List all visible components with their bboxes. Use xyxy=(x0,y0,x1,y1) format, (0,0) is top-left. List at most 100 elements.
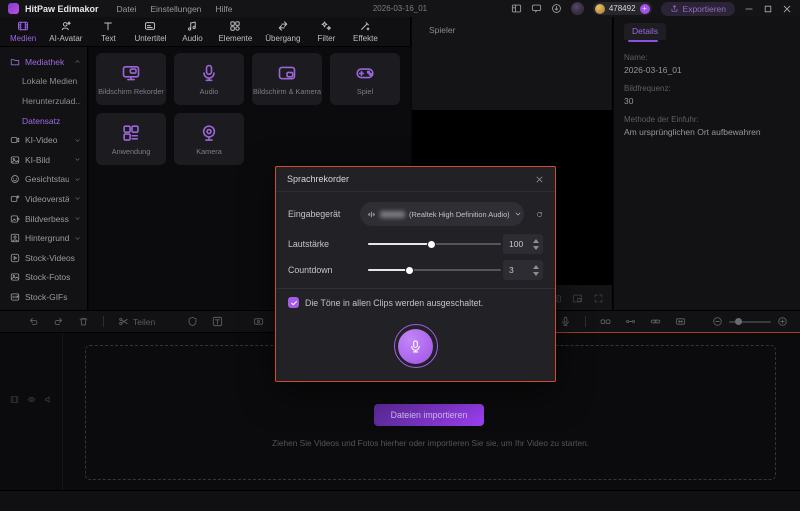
quick-text-icon[interactable] xyxy=(212,316,223,327)
chevron-up-icon xyxy=(74,58,81,65)
details-panel: Details Name: 2026-03-16_01 Bildfrequenz… xyxy=(614,17,800,310)
card-kamera[interactable]: Kamera xyxy=(174,113,244,165)
split-button[interactable]: Teilen xyxy=(118,316,155,327)
detail-field-einfuhr-methode: Methode der Einfuhr: Am ursprünglichen O… xyxy=(624,115,761,137)
coins-badge[interactable]: 478492 xyxy=(592,2,652,15)
sidebar-item-videoverstaerkung[interactable]: Videoverstärk... xyxy=(0,189,87,209)
mute-clips-checkbox[interactable] xyxy=(288,297,299,308)
export-button[interactable]: Exportieren xyxy=(660,1,735,16)
eye-icon[interactable] xyxy=(27,395,36,404)
import-files-button[interactable]: Dateien importieren xyxy=(374,404,484,426)
card-bildschirm-rekorder[interactable]: Bildschirm Rekorder xyxy=(96,53,166,105)
stepper-down-icon[interactable] xyxy=(533,271,539,276)
detail-field-bildfrequenz: Bildfrequenz: 30 xyxy=(624,84,671,106)
sidebar-item-stock-videos[interactable]: Stock-Videos xyxy=(0,248,87,268)
avatar[interactable] xyxy=(570,2,584,15)
start-recording-button[interactable] xyxy=(398,328,433,364)
dialog-close-icon[interactable] xyxy=(535,175,544,184)
tab-medien[interactable]: Medien xyxy=(10,20,36,43)
filter-icon xyxy=(320,20,332,32)
record-icon[interactable] xyxy=(253,316,264,327)
countdown-input[interactable] xyxy=(509,265,527,275)
application-icon xyxy=(121,123,141,143)
redo-icon[interactable] xyxy=(53,316,64,327)
countdown-slider[interactable] xyxy=(368,264,501,276)
microphone-record-icon xyxy=(408,339,423,354)
card-spiel[interactable]: Spiel xyxy=(330,53,400,105)
volume-value-box[interactable] xyxy=(503,234,543,254)
film-icon[interactable] xyxy=(10,395,19,404)
microphone-icon xyxy=(199,63,219,83)
download-icon[interactable] xyxy=(551,3,562,14)
zoom-in-icon[interactable] xyxy=(777,316,788,327)
sidebar-item-gesichtstausch[interactable]: Gesichtstausch xyxy=(0,170,87,190)
sidebar-item-bildverbesserung[interactable]: Bildverbesser... xyxy=(0,209,87,229)
sidebar-item-ki-video[interactable]: KI-Video xyxy=(0,130,87,150)
maximize-button[interactable] xyxy=(763,4,773,14)
face-swap-icon xyxy=(10,174,20,184)
refresh-icon[interactable] xyxy=(536,209,543,220)
volume-label: Lautstärke xyxy=(288,239,330,249)
undo-icon[interactable] xyxy=(28,316,39,327)
sidebar-item-ki-bild[interactable]: KI-Bild xyxy=(0,150,87,170)
tab-untertitel[interactable]: Untertitel xyxy=(134,20,166,43)
sidebar-item-stock-gifs[interactable]: Stock-GIFs xyxy=(0,287,87,307)
countdown-stepper[interactable] xyxy=(533,264,539,276)
volume-input[interactable] xyxy=(509,239,527,249)
keyframe-icon[interactable] xyxy=(625,316,636,327)
tab-filter[interactable]: Filter xyxy=(313,20,339,43)
screen-recorder-icon xyxy=(121,63,141,83)
volume-slider-knob[interactable] xyxy=(427,239,437,249)
zoom-out-icon[interactable] xyxy=(712,316,723,327)
track-header-divider xyxy=(62,333,63,490)
stepper-down-icon[interactable] xyxy=(533,245,539,250)
input-device-select[interactable]: (Realtek High Definition Audio) xyxy=(360,202,524,226)
input-device-label: Eingabegerät xyxy=(288,209,341,219)
card-anwendung[interactable]: Anwendung xyxy=(96,113,166,165)
tab-elemente[interactable]: Elemente xyxy=(218,20,252,43)
sidebar-item-stock-fotos[interactable]: Stock-Fotos xyxy=(0,268,87,288)
menu-einstellungen[interactable]: Einstellungen xyxy=(150,4,201,14)
layout-icon[interactable] xyxy=(511,3,522,14)
volume-stepper[interactable] xyxy=(533,238,539,250)
waveform-icon xyxy=(367,210,376,219)
voiceover-mic-icon[interactable] xyxy=(560,316,571,327)
sidebar-item-lokale-medien[interactable]: Lokale Medien xyxy=(0,72,87,92)
mini-player-icon[interactable] xyxy=(572,293,583,304)
menu-datei[interactable]: Datei xyxy=(117,4,137,14)
zoom-slider-knob[interactable] xyxy=(735,318,742,325)
timeline-zoom-slider[interactable] xyxy=(729,318,771,325)
add-coins-icon[interactable] xyxy=(639,3,650,14)
fit-timeline-icon[interactable] xyxy=(675,316,686,327)
sidebar-item-herunterzuladen[interactable]: Herunterzulad... xyxy=(0,91,87,111)
detach-audio-icon[interactable] xyxy=(600,316,611,327)
countdown-value-box[interactable] xyxy=(503,260,543,280)
fullscreen-icon[interactable] xyxy=(593,293,604,304)
card-bildschirm-kamera[interactable]: Bildschirm & Kamera xyxy=(252,53,322,105)
volume-icon[interactable] xyxy=(44,395,53,404)
crop-icon[interactable] xyxy=(187,316,198,327)
stepper-up-icon[interactable] xyxy=(533,264,539,269)
tab-uebergang[interactable]: Übergang xyxy=(265,20,300,43)
sidebar-item-datensatz[interactable]: Datensatz xyxy=(0,111,87,131)
stepper-up-icon[interactable] xyxy=(533,238,539,243)
feedback-icon[interactable] xyxy=(531,3,542,14)
delete-icon[interactable] xyxy=(78,316,89,327)
tab-effekte[interactable]: Effekte xyxy=(352,20,378,43)
tab-audio[interactable]: Audio xyxy=(179,20,205,43)
card-audio[interactable]: Audio xyxy=(174,53,244,105)
tab-text[interactable]: Text xyxy=(95,20,121,43)
sidebar-item-mediathek[interactable]: Mediathek xyxy=(0,52,87,72)
background-icon xyxy=(10,233,20,243)
minimize-button[interactable] xyxy=(744,4,754,14)
transition-icon xyxy=(277,20,289,32)
tab-details[interactable]: Details xyxy=(624,23,666,40)
link-icon[interactable] xyxy=(650,316,661,327)
sidebar-item-hintergrund[interactable]: Hintergrund xyxy=(0,228,87,248)
close-button[interactable] xyxy=(782,4,792,14)
tab-ai-avatar[interactable]: AI-Avatar xyxy=(49,20,82,43)
menu-hilfe[interactable]: Hilfe xyxy=(215,4,232,14)
countdown-slider-knob[interactable] xyxy=(404,265,414,275)
volume-slider[interactable] xyxy=(368,238,501,250)
chevron-down-icon xyxy=(74,176,81,183)
